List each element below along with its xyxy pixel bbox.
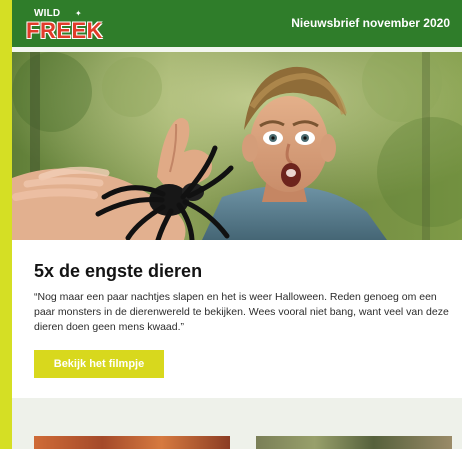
watch-video-button[interactable]: Bekijk het filmpje — [34, 350, 164, 378]
paw-icon: ✦ — [75, 9, 82, 18]
article-thumbnail-left[interactable] — [34, 436, 230, 449]
hero-image[interactable] — [12, 52, 462, 240]
wildfreek-logo[interactable]: WILD ✦ FREEK — [26, 8, 106, 43]
newsletter-card: WILD ✦ FREEK Nieuwsbrief november 2020 5… — [12, 0, 462, 449]
newsletter-header: WILD ✦ FREEK Nieuwsbrief november 2020 — [12, 0, 462, 47]
article-section: 5x de engste dieren “Nog maar een paar n… — [12, 240, 462, 398]
more-articles-section — [12, 398, 462, 449]
logo-freek-text: FREEK — [26, 18, 104, 43]
background-frame: WILD ✦ FREEK Nieuwsbrief november 2020 5… — [0, 0, 462, 449]
newsletter-title: Nieuwsbrief november 2020 — [291, 16, 450, 30]
article-body: “Nog maar een paar nachtjes slapen en he… — [34, 291, 449, 333]
article-thumbnail-right[interactable] — [256, 436, 452, 449]
hero-illustration — [12, 52, 462, 240]
article-title: 5x de engste dieren — [34, 261, 203, 281]
